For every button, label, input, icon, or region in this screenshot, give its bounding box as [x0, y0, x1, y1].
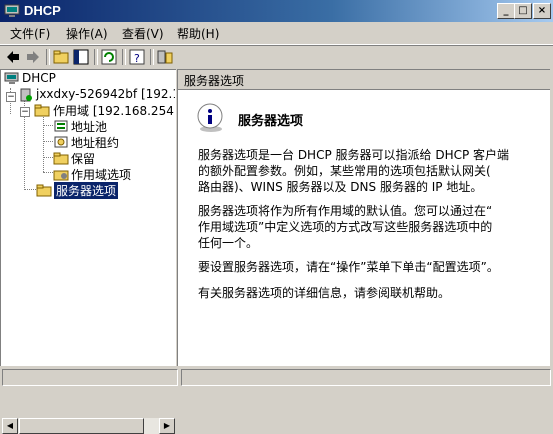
- paragraph-line: 任何一个。: [198, 236, 259, 250]
- toolbar: ?: [0, 45, 553, 68]
- svg-text:?: ?: [134, 52, 140, 65]
- paragraph-line: 要设置服务器选项，请在“操作”菜单下单击“配置选项”。: [198, 260, 499, 274]
- paragraph-line: 有关服务器选项的详细信息，请参阅联机帮助。: [198, 286, 451, 300]
- details-paragraph: 要设置服务器选项，请在“操作”菜单下单击“配置选项”。: [198, 259, 538, 275]
- toolbar-separator: [94, 49, 98, 65]
- close-button[interactable]: ×: [533, 3, 551, 19]
- status-bar: [0, 367, 553, 388]
- reservations-folder-icon: [53, 152, 69, 165]
- tree-label: jxxdxy-526942bf [192.168.2: [36, 87, 175, 101]
- address-leases-icon: [54, 136, 68, 148]
- toolbar-separator: [46, 49, 50, 65]
- up-folder-icon[interactable]: [52, 48, 70, 66]
- dhcp-icon: [4, 72, 19, 84]
- details-paragraph: 服务器选项是一台 DHCP 服务器可以指派给 DHCP 客户端 的额外配置参数。…: [198, 147, 538, 195]
- menu-bar: 文件(F) 操作(A) 查看(V) 帮助(H): [0, 22, 553, 45]
- collapse-icon[interactable]: −: [6, 92, 16, 102]
- server-icon: [20, 88, 32, 102]
- tree-connector: [43, 172, 53, 173]
- servers-icon[interactable]: [156, 48, 174, 66]
- tree-label: DHCP: [22, 71, 56, 85]
- horizontal-scrollbar[interactable]: ◀ ▶: [2, 418, 175, 434]
- menu-action[interactable]: 操作(A): [66, 25, 108, 42]
- tree-connector: [43, 125, 53, 126]
- refresh-icon[interactable]: [100, 48, 118, 66]
- tree-connector: [43, 141, 53, 142]
- tree-connector: [43, 114, 44, 172]
- details-pane: 服务器选项 服务器选项 服务器选项是一台 DHCP 服务器可以指派给 DHCP …: [177, 69, 550, 366]
- paragraph-line: 的额外配置参数。例如，某些常用的选项包括默认网关(: [198, 164, 491, 178]
- tree-connector: [24, 189, 36, 190]
- paragraph-line: 服务器选项将作为所有作用域的默认值。您可以通过在“: [198, 204, 493, 218]
- forward-icon[interactable]: [24, 48, 42, 66]
- paragraph-line: 作用域选项”中定义选项的方式改写这些服务器选项中的: [198, 220, 493, 234]
- tree-connector: [43, 157, 53, 158]
- tree-label-selected: 服务器选项: [54, 182, 119, 199]
- address-pool-icon: [54, 120, 68, 132]
- show-tree-icon[interactable]: [72, 48, 90, 66]
- paragraph-line: 路由器)、WINS 服务器以及 DNS 服务器的 IP 地址。: [198, 180, 483, 194]
- toolbar-separator: [122, 49, 126, 65]
- status-cell: [181, 369, 551, 386]
- title-bar: DHCP _ □ ×: [0, 0, 553, 22]
- details-paragraph: 服务器选项将作为所有作用域的默认值。您可以通过在“ 作用域选项”中定义选项的方式…: [198, 203, 538, 251]
- tree-item-server-options[interactable]: 服务器选项: [36, 181, 175, 199]
- scrollbar-thumb[interactable]: [19, 418, 144, 434]
- menu-view[interactable]: 查看(V): [122, 25, 164, 42]
- info-icon: [197, 103, 223, 132]
- details-header: 服务器选项: [178, 70, 550, 90]
- paragraph-line: 服务器选项是一台 DHCP 服务器可以指派给 DHCP 客户端: [198, 148, 510, 162]
- scroll-left-icon[interactable]: ◀: [2, 418, 18, 434]
- toolbar-separator: [150, 49, 154, 65]
- minimize-button[interactable]: _: [497, 3, 515, 19]
- dhcp-app-icon: [4, 4, 20, 17]
- options-icon: [53, 170, 69, 181]
- window-title: DHCP: [24, 3, 61, 18]
- status-cell: [2, 369, 178, 386]
- help-icon[interactable]: ?: [128, 48, 146, 66]
- console-tree: DHCP − jxxdxy-526942bf [192.168.2 − 作用域 …: [0, 69, 176, 434]
- back-icon[interactable]: [4, 48, 22, 66]
- details-header-label: 服务器选项: [184, 74, 245, 88]
- folder-icon: [34, 104, 50, 117]
- menu-file[interactable]: 文件(F): [10, 25, 50, 42]
- scroll-right-icon[interactable]: ▶: [159, 418, 175, 434]
- details-title: 服务器选项: [238, 114, 304, 129]
- folder-icon: [36, 184, 52, 197]
- menu-help[interactable]: 帮助(H): [177, 25, 219, 42]
- collapse-icon[interactable]: −: [20, 107, 30, 117]
- details-paragraph: 有关服务器选项的详细信息，请参阅联机帮助。: [198, 285, 538, 301]
- maximize-button[interactable]: □: [514, 3, 532, 19]
